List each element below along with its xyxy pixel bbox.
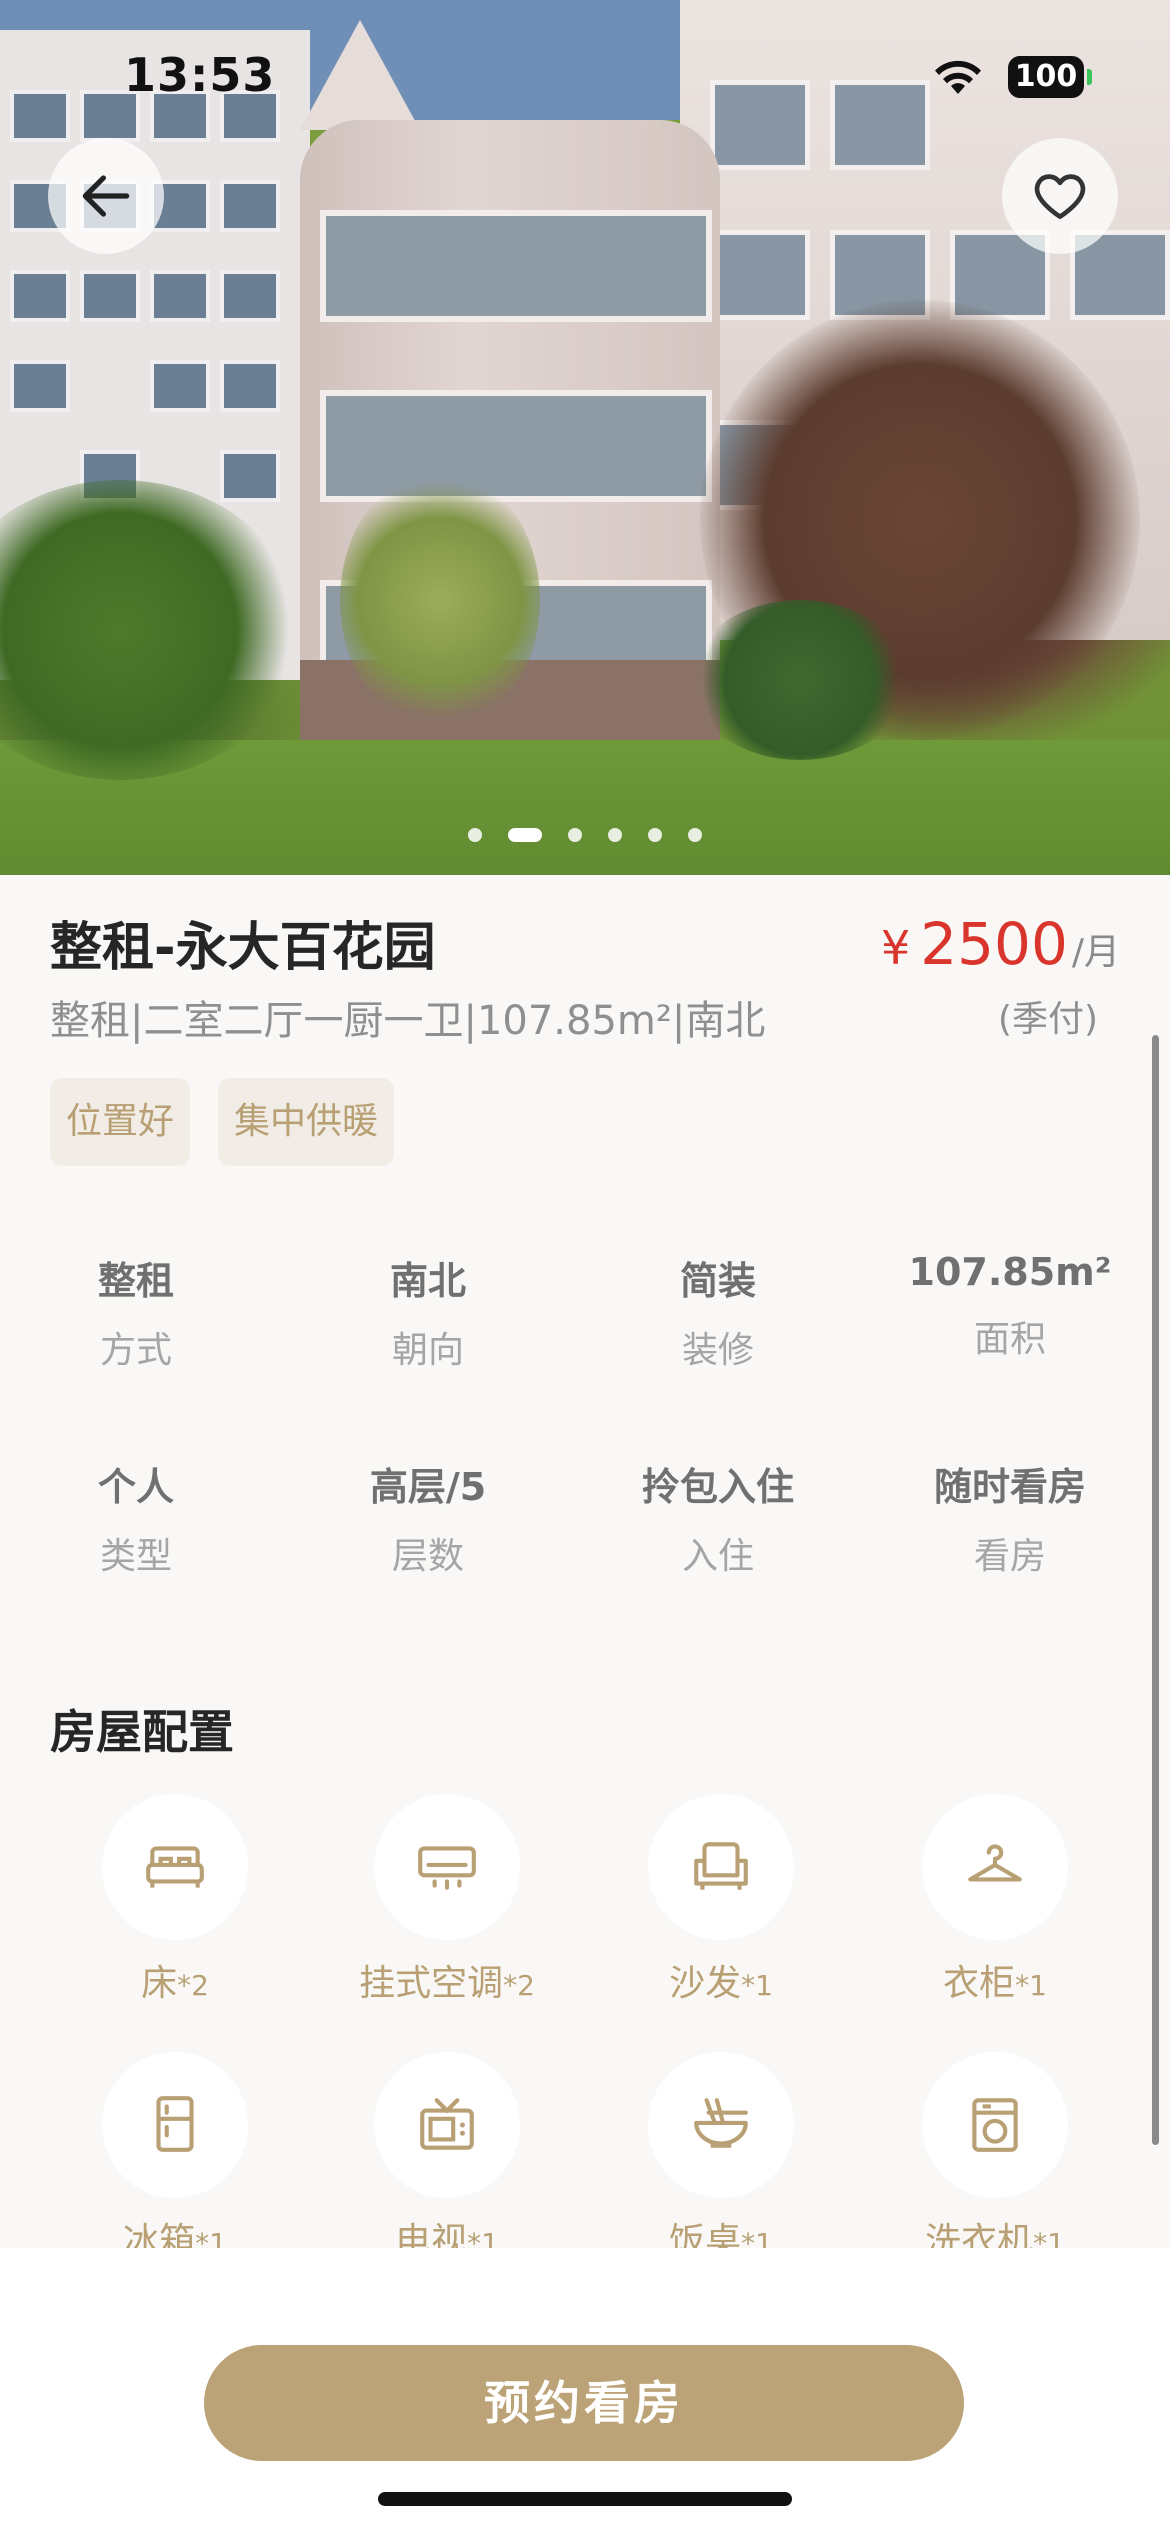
carousel-dot[interactable] [688,828,702,842]
battery-indicator: 100 [1008,56,1084,98]
facility-item: 冰箱*1 [40,2052,310,2264]
tag: 位置好 [50,1078,191,1166]
attribute-item: 拎包入住 入住 [572,1456,864,1579]
attribute-item: 107.85m² 面积 [864,1250,1156,1362]
price-unit: /月 [1071,932,1120,973]
facility-label: 沙发*1 [586,1954,856,2006]
attribute-item: 随时看房 看房 [864,1456,1156,1579]
shrub [690,600,910,760]
attribute-label: 看房 [973,1536,1046,1577]
facility-label: 挂式空调*2 [312,1954,582,2006]
status-bar: 13:53 100 [0,0,1170,150]
payment-term: (季付) [997,999,1098,1040]
tag-list: 位置好 集中供暖 [50,1078,395,1166]
facility-icon-circle [102,2052,248,2198]
back-button[interactable] [48,138,164,254]
carousel-dot[interactable] [568,828,582,842]
attribute-value: 随时看房 [933,1465,1086,1509]
carousel-dot-active[interactable] [508,828,542,842]
facility-icon-circle [102,1794,248,1940]
facility-icon-circle [374,1794,520,1940]
facility-item: 衣柜*1 [860,1794,1130,2006]
carousel-dot[interactable] [468,828,482,842]
tag: 集中供暖 [218,1078,395,1166]
small-tree [340,470,540,730]
price: ¥ 2500 /月 [881,910,1120,978]
arrow-left-icon [82,175,130,217]
facility-name: 挂式空调 [359,1963,504,2004]
noodle-bowl-icon [694,2098,748,2148]
attribute-label: 方式 [99,1330,172,1371]
wifi-icon [935,60,981,94]
attribute-value: 个人 [97,1465,174,1509]
facility-count: *1 [1015,1969,1047,2002]
carousel-dots [0,825,1170,845]
hanger-icon [968,1844,1022,1882]
facility-name: 沙发 [669,1963,742,2004]
attribute-value: 高层/5 [369,1465,487,1509]
carousel-dot[interactable] [648,828,662,842]
attribute-label: 入住 [681,1536,754,1577]
attribute-value: 整租 [97,1259,174,1303]
facility-count: *1 [741,1969,773,2002]
fridge-icon [156,2096,194,2152]
facility-item: 饭桌*1 [586,2052,856,2264]
facilities-title: 房屋配置 [50,1705,234,1759]
favorite-button[interactable] [1002,138,1118,254]
facility-item: 洗衣机*1 [860,2052,1130,2264]
facility-icon-circle [374,2052,520,2198]
book-viewing-button[interactable]: 预约看房 [204,2345,964,2461]
battery-tip [1087,69,1092,85]
facility-count: *2 [177,1969,209,2002]
price-currency: ¥ [880,921,911,975]
attribute-value: 南北 [389,1259,466,1303]
facility-icon-circle [648,2052,794,2198]
attribute-label: 类型 [99,1536,172,1577]
facility-icon-circle [648,1794,794,1940]
tv-icon [420,2098,474,2150]
listing-subtitle: 整租|二室二厅一厨一卫|107.85m²|南北 [50,998,766,1044]
attribute-value: 拎包入住 [641,1465,794,1509]
facility-name: 床 [141,1963,178,2004]
bed-icon [146,1846,204,1888]
attribute-label: 装修 [681,1330,754,1371]
attribute-value: 简装 [679,1259,756,1303]
facility-item: 电视*1 [312,2052,582,2264]
air-conditioner-icon [418,1846,476,1890]
attribute-item: 个人 类型 [0,1456,282,1579]
listing-title: 整租-永大百花园 [50,918,436,978]
scrollbar[interactable] [1152,1035,1159,2145]
attribute-item: 整租 方式 [0,1250,282,1373]
facility-label: 衣柜*1 [860,1954,1130,2006]
attribute-item: 高层/5 层数 [282,1456,574,1579]
facility-count: *2 [503,1969,535,2002]
facility-name: 衣柜 [943,1963,1016,2004]
washing-machine-icon [972,2098,1018,2152]
facility-icon-circle [922,1794,1068,1940]
attribute-item: 简装 装修 [572,1250,864,1373]
carousel-dot[interactable] [608,828,622,842]
facility-item: 挂式空调*2 [312,1794,582,2006]
home-indicator[interactable] [378,2492,792,2506]
facility-icon-circle [922,2052,1068,2198]
sofa-icon [694,1842,748,1890]
facility-item: 床*2 [40,1794,310,2006]
price-value: 2500 [920,910,1068,978]
attribute-label: 面积 [973,1319,1046,1360]
facility-item: 沙发*1 [586,1794,856,2006]
attribute-label: 层数 [391,1536,464,1577]
status-time: 13:53 [124,48,276,102]
attribute-value: 107.85m² [908,1250,1112,1294]
heart-icon [1034,174,1086,219]
facility-label: 床*2 [40,1954,310,2006]
attribute-item: 南北 朝向 [282,1250,574,1373]
attribute-label: 朝向 [391,1330,464,1371]
